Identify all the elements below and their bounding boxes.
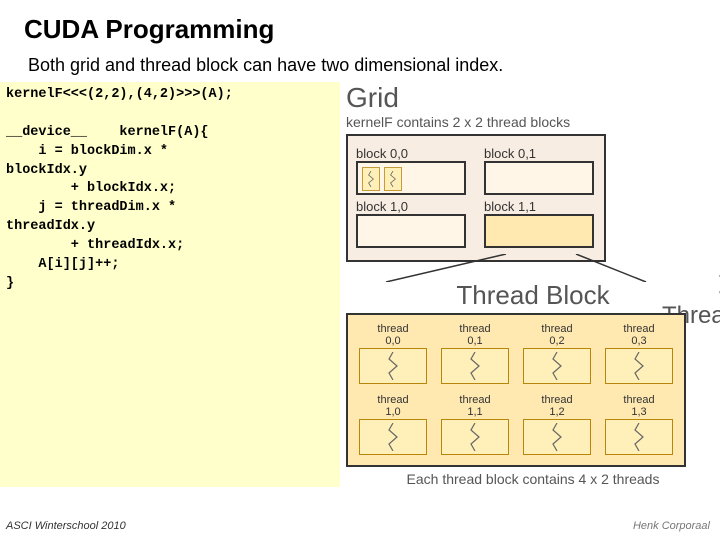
grid-row: block 0,0 block 0,1	[356, 146, 596, 195]
thread-label-top: thread	[605, 323, 673, 335]
thread-row: thread 0,0 thread 0,1 thread 0,2	[358, 323, 674, 384]
thread-cell: thread 1,3	[605, 394, 673, 455]
grid-row: block 1,0 block 1,1	[356, 199, 596, 248]
thread-block-box: thread 0,0 thread 0,1 thread 0,2	[346, 313, 686, 467]
page-subtitle: Both grid and thread block can have two …	[0, 45, 720, 76]
block-label: block 1,1	[484, 199, 594, 214]
thread-label-top: thread	[605, 394, 673, 406]
thread-icon	[523, 348, 591, 384]
thread-icon	[441, 348, 509, 384]
thread-cell: thread 0,0	[359, 323, 427, 384]
thread-icon	[605, 348, 673, 384]
thread-icon	[523, 419, 591, 455]
block-cell	[484, 161, 594, 195]
thread-cell: thread 1,1	[441, 394, 509, 455]
block-label: block 1,0	[356, 199, 466, 214]
block-label: block 0,0	[356, 146, 466, 161]
thread-cell: thread 0,1	[441, 323, 509, 384]
thread-row: thread 1,0 thread 1,1 thread 1,2	[358, 394, 674, 455]
grid-box: block 0,0 block 0,1 block 1,0 bl	[346, 134, 606, 262]
thread-label-bottom: 1,3	[605, 406, 673, 418]
thread-label-top: thread	[523, 394, 591, 406]
block-cell-selected	[484, 214, 594, 248]
page-title: CUDA Programming	[0, 0, 720, 45]
grid-description: kernelF contains 2 x 2 thread blocks	[346, 114, 720, 130]
thread-label-bottom: 1,1	[441, 406, 509, 418]
thread-label-top: thread	[359, 323, 427, 335]
thread-cell: thread 0,3	[605, 323, 673, 384]
thread-icon	[359, 419, 427, 455]
grid-label: Grid	[346, 82, 720, 114]
thread-label-bottom: 1,0	[359, 406, 427, 418]
thread-icon	[441, 419, 509, 455]
tiny-thread-icon	[362, 167, 380, 191]
thread-cell: thread 1,0	[359, 394, 427, 455]
thread-label-top: thread	[441, 323, 509, 335]
block-cell	[356, 214, 466, 248]
thread-label-top: thread	[523, 323, 591, 335]
block-cell	[356, 161, 466, 195]
thread-block-title: Thread Block	[346, 280, 720, 311]
block-label: block 0,1	[484, 146, 594, 161]
thread-block-wrap: Thread Block thread 0,0 thread 0,1 threa…	[346, 280, 720, 487]
thread-label-top: thread	[359, 394, 427, 406]
code-block: kernelF<<<(2,2),(4,2)>>>(A); __device__ …	[0, 82, 340, 487]
thread-label-bottom: 0,2	[523, 335, 591, 347]
grid-block: block 0,1	[484, 146, 594, 195]
footer-left: ASCI Winterschool 2010	[6, 520, 126, 532]
grid-block: block 1,1	[484, 199, 594, 248]
thread-label-bottom: 0,0	[359, 335, 427, 347]
grid-block: block 0,0	[356, 146, 466, 195]
content-area: kernelF<<<(2,2),(4,2)>>>(A); __device__ …	[0, 82, 720, 487]
tiny-thread-icon	[384, 167, 402, 191]
thread-block-caption: Each thread block contains 4 x 2 threads	[346, 471, 720, 487]
thread-icon	[359, 348, 427, 384]
thread-cell: thread 1,2	[523, 394, 591, 455]
diagram: Grid kernelF contains 2 x 2 thread block…	[340, 82, 720, 487]
grid-block: block 1,0	[356, 199, 466, 248]
thread-cell: thread 0,2	[523, 323, 591, 384]
thread-label-bottom: 0,3	[605, 335, 673, 347]
thread-label-top: thread	[441, 394, 509, 406]
footer-right: Henk Corporaal	[633, 520, 710, 532]
thread-label-bottom: 1,2	[523, 406, 591, 418]
thread-icon	[605, 419, 673, 455]
thread-label-bottom: 0,1	[441, 335, 509, 347]
